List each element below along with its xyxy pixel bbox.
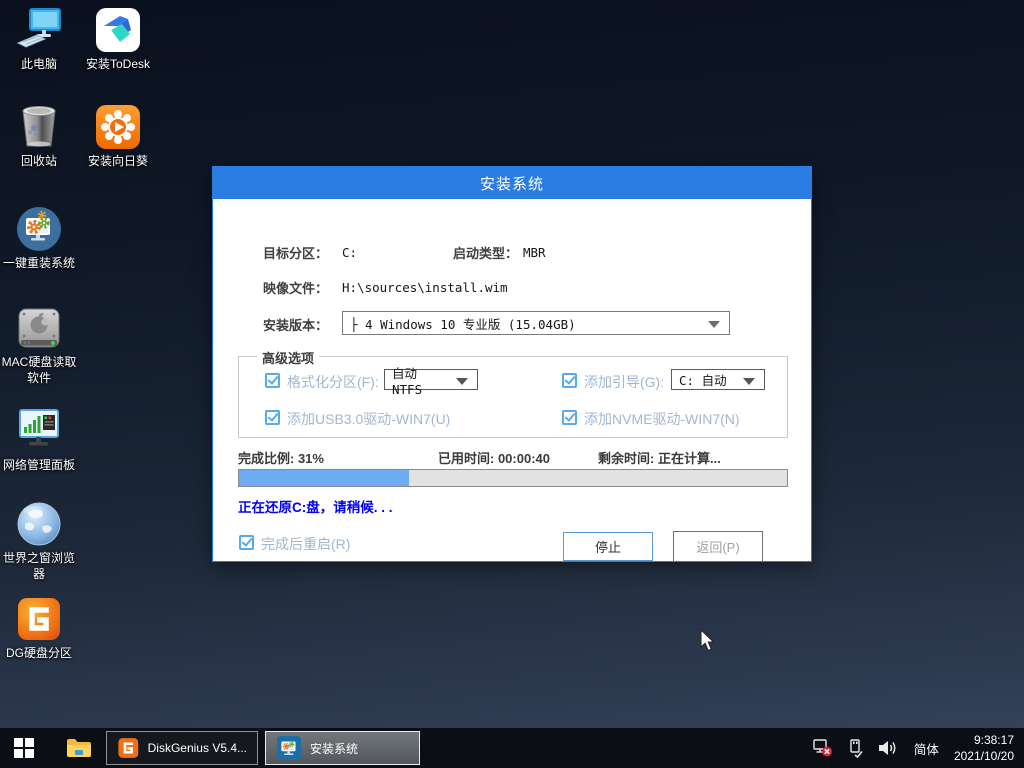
network-panel-icon	[15, 407, 63, 455]
add-boot-checkbox[interactable]	[562, 373, 577, 388]
network-disconnected-icon[interactable]	[813, 739, 833, 757]
usb3-driver-label: 添加USB3.0驱动-WIN7(U)	[287, 409, 450, 429]
install-system-dialog: 安装系统 目标分区： C: 启动类型： MBR 映像文件： H:\sources…	[212, 166, 812, 562]
chevron-down-icon	[708, 321, 720, 328]
desktop-icon-dg-partition[interactable]: DG硬盘分区	[0, 595, 78, 662]
desktop-icon-recycle-bin[interactable]: 回收站	[0, 103, 78, 170]
boot-target-select[interactable]: C: 自动	[671, 369, 765, 390]
progress-bar-fill	[239, 470, 409, 486]
tray-clock[interactable]: 9:38:17 2021/10/20	[954, 732, 1014, 764]
image-file-label: 映像文件：	[263, 278, 328, 297]
usb-remove-icon[interactable]	[848, 739, 863, 758]
boot-target-value: C: 自动	[679, 370, 727, 389]
desktop-icon-label: DG硬盘分区	[6, 646, 72, 662]
this-pc-icon	[15, 6, 63, 54]
desktop-icon-label: MAC硬盘读取软件	[0, 355, 78, 386]
back-button[interactable]: 返回(P)	[673, 531, 763, 562]
desktop-icon-label: 世界之窗浏览器	[0, 551, 78, 582]
stop-button[interactable]: 停止	[563, 532, 653, 561]
diskgenius-task-icon	[117, 736, 140, 760]
desktop-icon-label: 一键重装系统	[3, 256, 75, 272]
advanced-options-group: 高级选项 格式化分区(F): 自动 NTFS 添加引导(G): C: 自动 添加…	[238, 356, 788, 438]
install-system-task-icon	[276, 735, 302, 761]
sunflower-icon	[94, 103, 142, 151]
elapsed-time-label: 已用时间: 00:00:40	[438, 448, 550, 467]
desktop-icon-mac-disk-reader[interactable]: MAC硬盘读取软件	[0, 304, 78, 386]
install-version-value: ├ 4 Windows 10 专业版 (15.04GB)	[350, 314, 576, 333]
start-button[interactable]	[0, 728, 47, 768]
progress-bar	[238, 469, 788, 487]
ime-indicator[interactable]: 简体	[914, 739, 939, 758]
nvme-driver-label: 添加NVME驱动-WIN7(N)	[584, 409, 740, 429]
format-partition-checkbox[interactable]	[265, 373, 280, 388]
desktop-icon-world-browser[interactable]: 世界之窗浏览器	[0, 500, 78, 582]
task-label: DiskGenius V5.4...	[148, 741, 247, 755]
globe-browser-icon	[15, 500, 63, 548]
desktop-icon-label: 网络管理面板	[3, 458, 75, 474]
target-partition-label: 目标分区：	[263, 243, 328, 262]
taskbar-task-install-system[interactable]: 安装系统	[265, 731, 420, 765]
add-boot-label: 添加引导(G):	[584, 372, 664, 392]
desktop-icon-install-todesk[interactable]: 安装ToDesk	[74, 6, 162, 73]
system-tray: 简体 9:38:17 2021/10/20	[813, 732, 1024, 764]
todesk-icon	[94, 6, 142, 54]
windows-logo-icon	[14, 738, 34, 758]
dialog-title: 安装系统	[213, 167, 811, 199]
dialog-body: 目标分区： C: 启动类型： MBR 映像文件： H:\sources\inst…	[213, 199, 811, 563]
restart-after-checkbox[interactable]	[239, 535, 254, 550]
boot-type-label: 启动类型：	[453, 243, 518, 262]
reinstall-system-icon	[15, 205, 63, 253]
nvme-driver-checkbox[interactable]	[562, 410, 577, 425]
taskbar-task-diskgenius[interactable]: DiskGenius V5.4...	[106, 731, 258, 765]
image-file-value: H:\sources\install.wim	[342, 280, 508, 295]
desktop-icon-network-panel[interactable]: 网络管理面板	[0, 407, 78, 474]
format-type-select[interactable]: 自动 NTFS	[384, 369, 478, 390]
diskgenius-icon	[15, 595, 63, 643]
desktop-icon-label: 此电脑	[21, 57, 57, 73]
target-partition-value: C:	[342, 245, 357, 260]
desktop-icon-label: 安装ToDesk	[86, 57, 150, 73]
desktop-icon-one-click-reinstall[interactable]: 一键重装系统	[0, 205, 78, 272]
recycle-bin-icon	[15, 103, 63, 151]
desktop-icon-install-sunflower[interactable]: 安装向日葵	[74, 103, 162, 170]
tray-date: 2021/10/20	[954, 748, 1014, 764]
advanced-options-legend: 高级选项	[257, 348, 319, 367]
file-explorer-button[interactable]	[59, 728, 99, 768]
boot-type-value: MBR	[523, 245, 546, 260]
chevron-down-icon	[456, 378, 468, 385]
chevron-down-icon	[743, 378, 755, 385]
format-type-value: 自动 NTFS	[392, 363, 453, 397]
restart-after-label: 完成后重启(R)	[261, 534, 350, 554]
mouse-cursor	[700, 629, 716, 658]
desktop-icon-this-pc[interactable]: 此电脑	[0, 6, 78, 73]
taskbar: DiskGenius V5.4... 安装系统	[0, 728, 1024, 768]
format-partition-label: 格式化分区(F):	[287, 372, 379, 392]
volume-icon[interactable]	[878, 739, 899, 757]
folder-icon	[66, 737, 92, 759]
task-label: 安装系统	[310, 740, 358, 757]
remaining-time-label: 剩余时间: 正在计算...	[598, 448, 721, 467]
progress-percent-label: 完成比例: 31%	[238, 448, 324, 467]
status-message: 正在还原C:盘，请稍候. . .	[238, 496, 393, 516]
tray-time: 9:38:17	[954, 732, 1014, 748]
install-version-select[interactable]: ├ 4 Windows 10 专业版 (15.04GB)	[342, 311, 730, 335]
mac-drive-icon	[15, 304, 63, 352]
install-version-label: 安装版本：	[263, 315, 328, 334]
desktop-icon-label: 回收站	[21, 154, 57, 170]
desktop-icon-label: 安装向日葵	[88, 154, 148, 170]
usb3-driver-checkbox[interactable]	[265, 410, 280, 425]
